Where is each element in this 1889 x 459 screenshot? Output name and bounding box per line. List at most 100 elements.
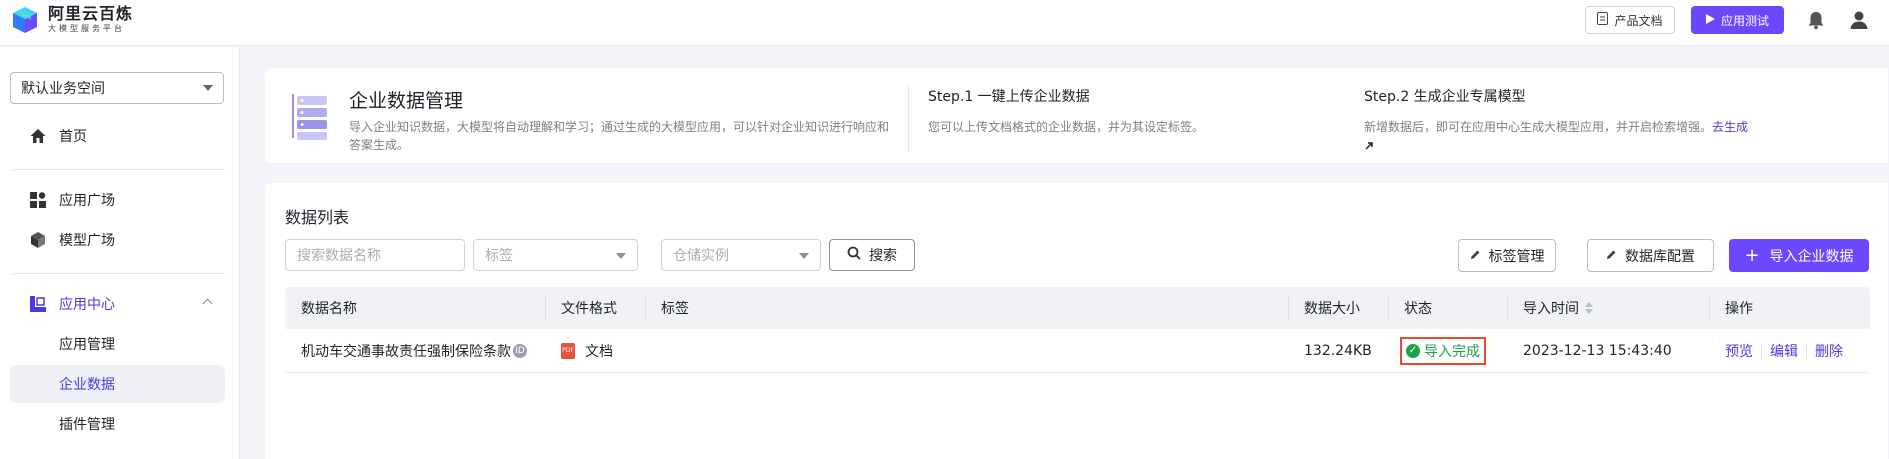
sidebar-item-plugin-manage[interactable]: 插件管理: [10, 405, 225, 443]
step2-title: Step.2 生成企业专属模型: [1364, 89, 1526, 105]
column-header-import-time-label: 导入时间: [1523, 301, 1579, 317]
check-circle-icon: ✓: [1406, 344, 1420, 358]
column-header-import-time[interactable]: 导入时间: [1523, 287, 1593, 329]
divider: [908, 84, 909, 152]
status-badge: ✓ 导入完成: [1400, 337, 1486, 365]
workspace-select[interactable]: 默认业务空间: [10, 72, 224, 104]
edit-link[interactable]: 编辑: [1770, 341, 1798, 361]
search-button[interactable]: 搜索: [829, 239, 915, 271]
table-header: 数据名称 文件格式 标签 数据大小 状态 导入时间 操作: [285, 287, 1870, 329]
import-enterprise-data-button[interactable]: + 导入企业数据: [1729, 239, 1869, 272]
data-name-text[interactable]: 机动车交通事故责任强制保险条款: [301, 341, 511, 361]
column-divider: [645, 295, 646, 321]
table-row: 机动车交通事故责任强制保险条款 ID PDF 文档 132.24KB ✓ 导入完…: [285, 329, 1870, 373]
tag-select[interactable]: 标签: [473, 239, 638, 271]
sort-icon[interactable]: [1585, 302, 1593, 314]
size-cell: 132.24KB: [1304, 343, 1372, 359]
sidebar-item-app-square[interactable]: 应用广场: [10, 181, 225, 219]
cube-logo-icon: [10, 5, 40, 35]
format-text: 文档: [585, 344, 613, 360]
chevron-down-icon: [616, 253, 626, 259]
column-divider: [1288, 295, 1289, 321]
divider: [1761, 344, 1762, 358]
storage-select-placeholder: 仓储实例: [673, 248, 729, 264]
list-title: 数据列表: [285, 208, 350, 227]
sidebar-item-label: 应用管理: [59, 337, 115, 353]
sidebar-item-label: 插件管理: [59, 417, 115, 433]
id-info-icon[interactable]: ID: [513, 344, 527, 358]
logo[interactable]: 阿里云百炼 大模型服务平台: [10, 5, 133, 35]
preview-link[interactable]: 预览: [1725, 341, 1753, 361]
storage-instance-select[interactable]: 仓储实例: [661, 239, 821, 271]
column-header-tags: 标签: [661, 301, 689, 317]
model-cube-icon: [29, 231, 47, 249]
column-header-size: 数据大小: [1304, 301, 1360, 317]
step1-description: 您可以上传文档格式的企业数据，并为其设定标签。: [928, 120, 1205, 134]
tag-select-placeholder: 标签: [485, 248, 513, 264]
sidebar-item-app-manage[interactable]: 应用管理: [10, 325, 225, 363]
chevron-up-icon: [202, 298, 213, 309]
pencil-icon: [1606, 248, 1617, 264]
sidebar-item-label: 模型广场: [59, 233, 115, 249]
search-button-label: 搜索: [869, 248, 897, 264]
database-stack-icon: [291, 90, 333, 142]
sidebar-item-app-center[interactable]: 应用中心: [10, 285, 225, 323]
plus-icon: +: [1744, 244, 1760, 266]
format-cell: PDF 文档: [561, 329, 613, 373]
db-config-label: 数据库配置: [1625, 248, 1695, 265]
app-title: 阿里云百炼: [48, 4, 134, 23]
chevron-down-icon: [799, 253, 809, 259]
step2-description: 新增数据后，即可在应用中心生成大模型应用，并开启检索增强。去生成: [1364, 118, 1764, 156]
column-divider: [1507, 295, 1508, 321]
sidebar-item-model-square[interactable]: 模型广场: [10, 221, 225, 259]
db-config-button[interactable]: 数据库配置: [1587, 239, 1714, 272]
search-input-placeholder: 搜索数据名称: [297, 248, 381, 264]
tag-manage-label: 标签管理: [1488, 248, 1545, 265]
sidebar-item-label: 应用广场: [59, 193, 115, 209]
go-generate-link[interactable]: 去生成: [1712, 120, 1748, 134]
tag-manage-button[interactable]: 标签管理: [1458, 239, 1556, 272]
sidebar-item-label: 应用中心: [59, 297, 115, 313]
column-header-actions: 操作: [1725, 301, 1753, 317]
pdf-file-icon: PDF: [561, 343, 575, 359]
top-bar: 阿里云百炼 大模型服务平台 产品文档 应用测试: [0, 0, 1889, 46]
step2-description-text: 新增数据后，即可在应用中心生成大模型应用，并开启检索增强。: [1364, 120, 1713, 134]
workspace-select-value: 默认业务空间: [21, 81, 105, 97]
pencil-icon: [1470, 248, 1481, 264]
sidebar-item-enterprise-data[interactable]: 企业数据: [10, 365, 225, 403]
data-list-card: 数据列表 搜索数据名称 标签 仓储实例 搜索 标签管理 数据库配置 + 导入企业…: [265, 183, 1888, 459]
status-text: 导入完成: [1424, 344, 1480, 360]
page-title: 企业数据管理: [349, 90, 464, 112]
column-divider: [545, 295, 546, 321]
import-button-label: 导入企业数据: [1769, 248, 1854, 265]
play-icon: [1705, 13, 1715, 27]
column-header-name: 数据名称: [301, 301, 357, 317]
sidebar: 默认业务空间 首页 应用广场 模型广场 应用中心 应用管理 企业数据 插件管理: [0, 47, 240, 459]
app-subtitle: 大模型服务平台: [48, 24, 125, 33]
external-link-icon[interactable]: [1364, 138, 1374, 156]
divider: [10, 273, 225, 274]
delete-link[interactable]: 删除: [1815, 341, 1843, 361]
document-icon: [1597, 12, 1609, 28]
page-description: 导入企业知识数据，大模型将自动理解和学习；通过生成的大模型应用，可以针对企业知识…: [349, 120, 890, 152]
chevron-down-icon: [203, 85, 213, 91]
divider: [1806, 344, 1807, 358]
column-divider: [1388, 295, 1389, 321]
app-test-button[interactable]: 应用测试: [1691, 6, 1784, 34]
column-header-status: 状态: [1404, 301, 1432, 317]
user-avatar-icon[interactable]: [1848, 9, 1870, 31]
column-divider: [1709, 295, 1710, 321]
header-card: 企业数据管理 导入企业知识数据，大模型将自动理解和学习；通过生成的大模型应用，可…: [265, 68, 1888, 163]
app-center-icon: [29, 295, 47, 313]
search-input[interactable]: 搜索数据名称: [285, 239, 465, 271]
app-square-icon: [29, 191, 47, 209]
divider: [10, 169, 225, 170]
actions-cell: 预览 编辑 删除: [1725, 329, 1843, 373]
column-header-format: 文件格式: [561, 301, 617, 317]
product-docs-label: 产品文档: [1614, 13, 1663, 28]
sidebar-item-home[interactable]: 首页: [10, 117, 225, 155]
product-docs-button[interactable]: 产品文档: [1585, 6, 1675, 34]
bell-icon[interactable]: [1805, 9, 1827, 31]
import-time-cell: 2023-12-13 15:43:40: [1523, 343, 1672, 359]
step1-title: Step.1 一键上传企业数据: [928, 89, 1090, 105]
